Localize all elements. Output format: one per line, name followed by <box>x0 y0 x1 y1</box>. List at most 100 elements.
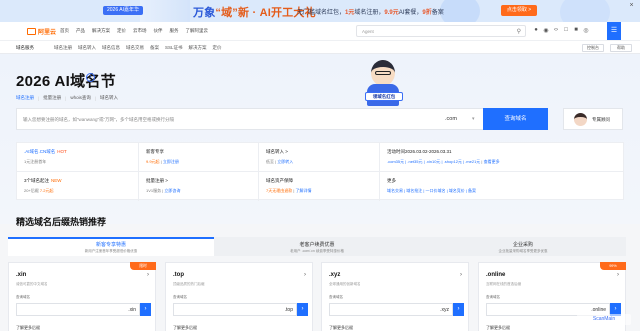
grid-cell[interactable]: 批量注册 > 1V1服务 | 立即咨询 <box>139 172 259 201</box>
mascot-glasses <box>375 71 391 75</box>
grid-cell[interactable]: 域名转入 > 低至 | 立即转入 <box>259 143 380 172</box>
globe-icon[interactable]: ◉ <box>543 27 549 34</box>
nav-item[interactable]: 解决方案 <box>92 28 110 34</box>
search-icon[interactable]: › <box>297 303 308 316</box>
more-link[interactable]: 了解更多后缀 <box>329 325 353 331</box>
chevron-right-icon[interactable]: › <box>460 272 462 278</box>
nav-item[interactable]: 首页 <box>60 28 69 34</box>
search-icon[interactable]: › <box>140 303 151 316</box>
search-icon[interactable]: ⚲ <box>517 28 521 35</box>
domain-suffix-name: .xin <box>16 272 27 278</box>
tab-new-customer[interactable]: 新客专享特惠 新用户注册首年享受超低价格优惠 <box>8 237 214 256</box>
chevron-right-icon[interactable]: › <box>617 272 619 278</box>
tld-select[interactable]: .com <box>445 116 457 122</box>
hero-links: 域名注册 | 批量注册 | whois查询 | 域名转入 <box>16 95 118 101</box>
bell-icon[interactable]: ● <box>533 27 539 34</box>
domain-suffix-name: .online <box>486 272 506 278</box>
tab-renewal[interactable]: 老客户续费优惠 老用户 .com/.cn 续费享受特惠价格 <box>214 237 420 256</box>
chevron-down-icon[interactable]: ▾ <box>472 116 475 122</box>
subnav-item[interactable]: SSL证书 <box>165 45 183 51</box>
promo-decoration <box>140 0 190 22</box>
nav-item[interactable]: 产品 <box>76 28 85 34</box>
avatar <box>574 113 587 126</box>
domain-input[interactable]: .xyz <box>329 303 453 316</box>
promo-decoration <box>440 0 480 22</box>
code-icon[interactable]: ‹› <box>553 27 559 34</box>
grid-cell[interactable]: 新客专享 9.9元起 | 立即注册 <box>139 143 259 172</box>
domain-card[interactable]: .xyz › 全球通用的创新域名 查询域名 .xyz › 了解更多后缀 <box>321 262 469 331</box>
user-icon[interactable]: ◎ <box>583 27 589 34</box>
more-link[interactable]: 了解更多后缀 <box>16 325 40 331</box>
mascot-illustration[interactable]: 领域名红包 <box>363 58 407 110</box>
field-label: 查询域名 <box>16 295 30 299</box>
nav-item[interactable]: 伙伴 <box>154 28 163 34</box>
header-icons: ● ◉ ‹› □ ■ ◎ <box>533 27 589 34</box>
domain-cards: .xin › 诚信可靠的中文域名 查询域名 .xin › 了解更多后缀 限时 .… <box>8 262 626 331</box>
menu-icon[interactable]: ☰ <box>607 22 621 40</box>
domain-input[interactable]: .top <box>173 303 297 316</box>
hero-link-register[interactable]: 域名注册 <box>16 95 34 101</box>
main-nav: 首页 产品 解决方案 定价 云市场 伙伴 服务 了解阿里云 <box>60 28 208 34</box>
help-button[interactable]: 帮助 <box>610 44 632 52</box>
subnav-item[interactable]: 域名注册 <box>54 45 72 51</box>
tab-bar: 新客专享特惠 新用户注册首年享受超低价格优惠 老客户续费优惠 老用户 .com/… <box>8 237 626 256</box>
section-title: 精选域名后缀热销推荐 <box>16 217 107 227</box>
domain-desc: 诚信可靠的中文域名 <box>16 282 48 286</box>
subnav-title[interactable]: 域名服务 <box>16 45 34 51</box>
grid-cell[interactable]: 更多 域名交易 | 域名抢注 | 一口价域名 | 域名竞价 | 备案 <box>380 172 624 201</box>
cart-icon[interactable]: ■ <box>573 27 579 34</box>
more-link[interactable]: 了解更多后缀 <box>486 325 510 331</box>
console-button[interactable]: 控制台 <box>582 44 604 52</box>
domain-input[interactable]: .xin <box>16 303 140 316</box>
domain-card[interactable]: .top › 顶级品质的热门后缀 查询域名 .top › 了解更多后缀 <box>165 262 313 331</box>
divider: | <box>94 95 97 101</box>
grid-cell[interactable]: .AI域名.CN域名 HOT 1元注册首年 <box>17 143 139 172</box>
search-icon[interactable]: › <box>453 303 464 316</box>
promo-banner[interactable]: 2026 AI嘉年华 万象“域”新 · AI开工大礼 无门槛域名红包，1元域名注… <box>0 0 640 22</box>
domain-suffix-name: .top <box>173 272 184 278</box>
advisor-card[interactable]: 专属顾问 <box>563 108 623 130</box>
subnav-items: 域名注册 域名转入 域名信息 域名交易 备案 SSL证书 解决方案 定价 <box>54 45 222 51</box>
promo-badge: 2026 AI嘉年华 <box>103 6 143 15</box>
watermark: ScanMain <box>577 314 631 325</box>
grid-cell[interactable]: 域名资产保障 7天无理由退款 | 了解详情 <box>259 172 380 201</box>
subnav-item[interactable]: 域名转入 <box>78 45 96 51</box>
doc-icon[interactable]: □ <box>563 27 569 34</box>
subnav-item[interactable]: 域名交易 <box>126 45 144 51</box>
subnav-item[interactable]: 域名信息 <box>102 45 120 51</box>
hero-link-batch[interactable]: 批量注册 <box>43 95 61 101</box>
domain-search-box[interactable]: 输入您想要注册的域名，如“wanwang”或“万网”，多个域名用空格或换行分隔 … <box>16 108 548 130</box>
domain-desc: 顶级品质的热门后缀 <box>173 282 205 286</box>
logo-mark <box>27 27 36 35</box>
field-label: 查询域名 <box>329 295 343 299</box>
grid-cell[interactable]: 活动时间2026.03.02-2026.03.31 .com35元 | .net… <box>380 143 624 172</box>
logo[interactable]: 阿里云 <box>27 27 57 36</box>
advisor-label: 专属顾问 <box>592 117 610 122</box>
promo-cta-button[interactable]: 点击领取 > <box>501 5 537 16</box>
hero-link-transfer[interactable]: 域名转入 <box>100 95 118 101</box>
global-search-input[interactable]: Agent ⚲ <box>356 25 526 37</box>
more-link[interactable]: 了解更多后缀 <box>173 325 197 331</box>
subnav-item[interactable]: 解决方案 <box>189 45 207 51</box>
info-icon[interactable]: › <box>86 73 95 82</box>
domain-search-button[interactable]: 查询域名 <box>483 108 548 130</box>
nav-item[interactable]: 服务 <box>170 28 179 34</box>
domain-desc: 全球通用的创新域名 <box>329 282 361 286</box>
domain-card[interactable]: .xin › 诚信可靠的中文域名 查询域名 .xin › 了解更多后缀 限时 <box>8 262 156 331</box>
tab-enterprise[interactable]: 企业采购 企业批量采购域名享受更多优惠 <box>420 237 626 256</box>
nav-item[interactable]: 了解阿里云 <box>186 28 209 34</box>
hero-link-whois[interactable]: whois查询 <box>70 95 91 101</box>
nav-item[interactable]: 定价 <box>117 28 126 34</box>
mascot-sign: 领域名红包 <box>365 92 403 101</box>
chevron-right-icon[interactable]: › <box>304 272 306 278</box>
close-icon[interactable]: × <box>627 1 636 10</box>
search-placeholder: Agent <box>362 29 374 34</box>
logo-text: 阿里云 <box>38 29 57 36</box>
subnav-item[interactable]: 定价 <box>213 45 222 51</box>
grid-cell[interactable]: 3个域名起注 NEW 20+后缀 7.2元起 <box>17 172 139 201</box>
domain-search-input[interactable]: 输入您想要注册的域名，如“wanwang”或“万网”，多个域名用空格或换行分隔 <box>23 117 174 123</box>
subnav-item[interactable]: 备案 <box>150 45 159 51</box>
chevron-right-icon[interactable]: › <box>147 272 149 278</box>
nav-item[interactable]: 云市场 <box>133 28 147 34</box>
page-title: 2026 AI域名节 <box>16 73 116 90</box>
